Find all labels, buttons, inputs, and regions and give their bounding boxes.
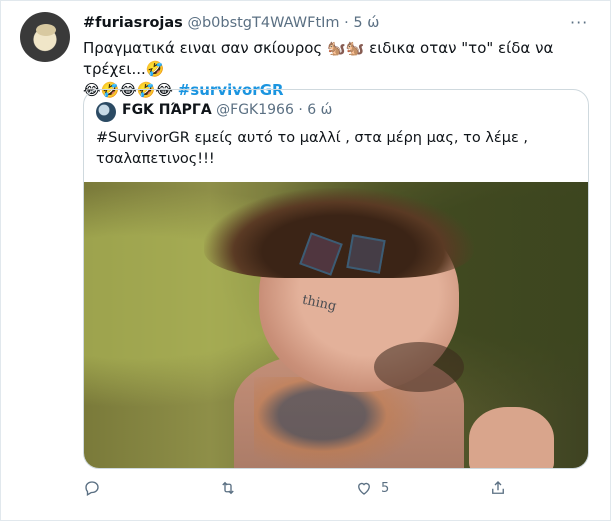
quote-text: #SurvivorGR εμείς αυτό το μαλλί , στα μέ…: [96, 130, 528, 167]
quote-header: FGK ΠΆΡΓΑ @FGK1966 · 6 ώ: [122, 102, 332, 118]
image-beard: [374, 342, 464, 392]
tweet-header: #furiasrojas @b0bstgT4WAWFtIm · 5 ώ: [83, 15, 379, 31]
tweet-card[interactable]: #furiasrojas @b0bstgT4WAWFtIm · 5 ώ ··· …: [0, 0, 611, 521]
tweet-time[interactable]: 5 ώ: [353, 15, 379, 31]
image-face-tattoo-2: [346, 234, 386, 274]
like-count: 5: [381, 480, 390, 496]
quote-time[interactable]: 6 ώ: [307, 102, 332, 118]
quote-image[interactable]: thing: [84, 182, 588, 468]
quote-avatar[interactable]: [96, 102, 116, 122]
reply-icon: [85, 481, 99, 496]
retweet-icon: [222, 481, 234, 495]
tweet-actions: 5: [83, 479, 513, 503]
share-icon: [492, 481, 504, 494]
like-icon: [358, 482, 370, 495]
reply-button[interactable]: [83, 479, 109, 497]
more-icon[interactable]: ···: [570, 13, 588, 32]
quote-handle[interactable]: @FGK1966: [216, 102, 294, 118]
like-button[interactable]: 5: [355, 479, 389, 497]
quote-separator: ·: [298, 102, 303, 118]
quoted-tweet[interactable]: FGK ΠΆΡΓΑ @FGK1966 · 6 ώ #SurvivorGR εμε…: [83, 89, 589, 469]
quote-display-name[interactable]: FGK ΠΆΡΓΑ: [122, 102, 212, 118]
share-button[interactable]: [489, 479, 515, 497]
avatar[interactable]: [20, 12, 70, 62]
retweet-button[interactable]: [219, 479, 245, 497]
display-name[interactable]: #furiasrojas: [83, 15, 183, 31]
image-hair: [204, 188, 474, 278]
separator: ·: [344, 15, 349, 31]
image-hand: [469, 407, 554, 468]
user-handle[interactable]: @b0bstgT4WAWFtIm: [187, 15, 339, 31]
tweet-text-line1: Πραγματικά ειναι σαν σκίουρος 🐿️🐿️ ειδικ…: [83, 39, 554, 78]
